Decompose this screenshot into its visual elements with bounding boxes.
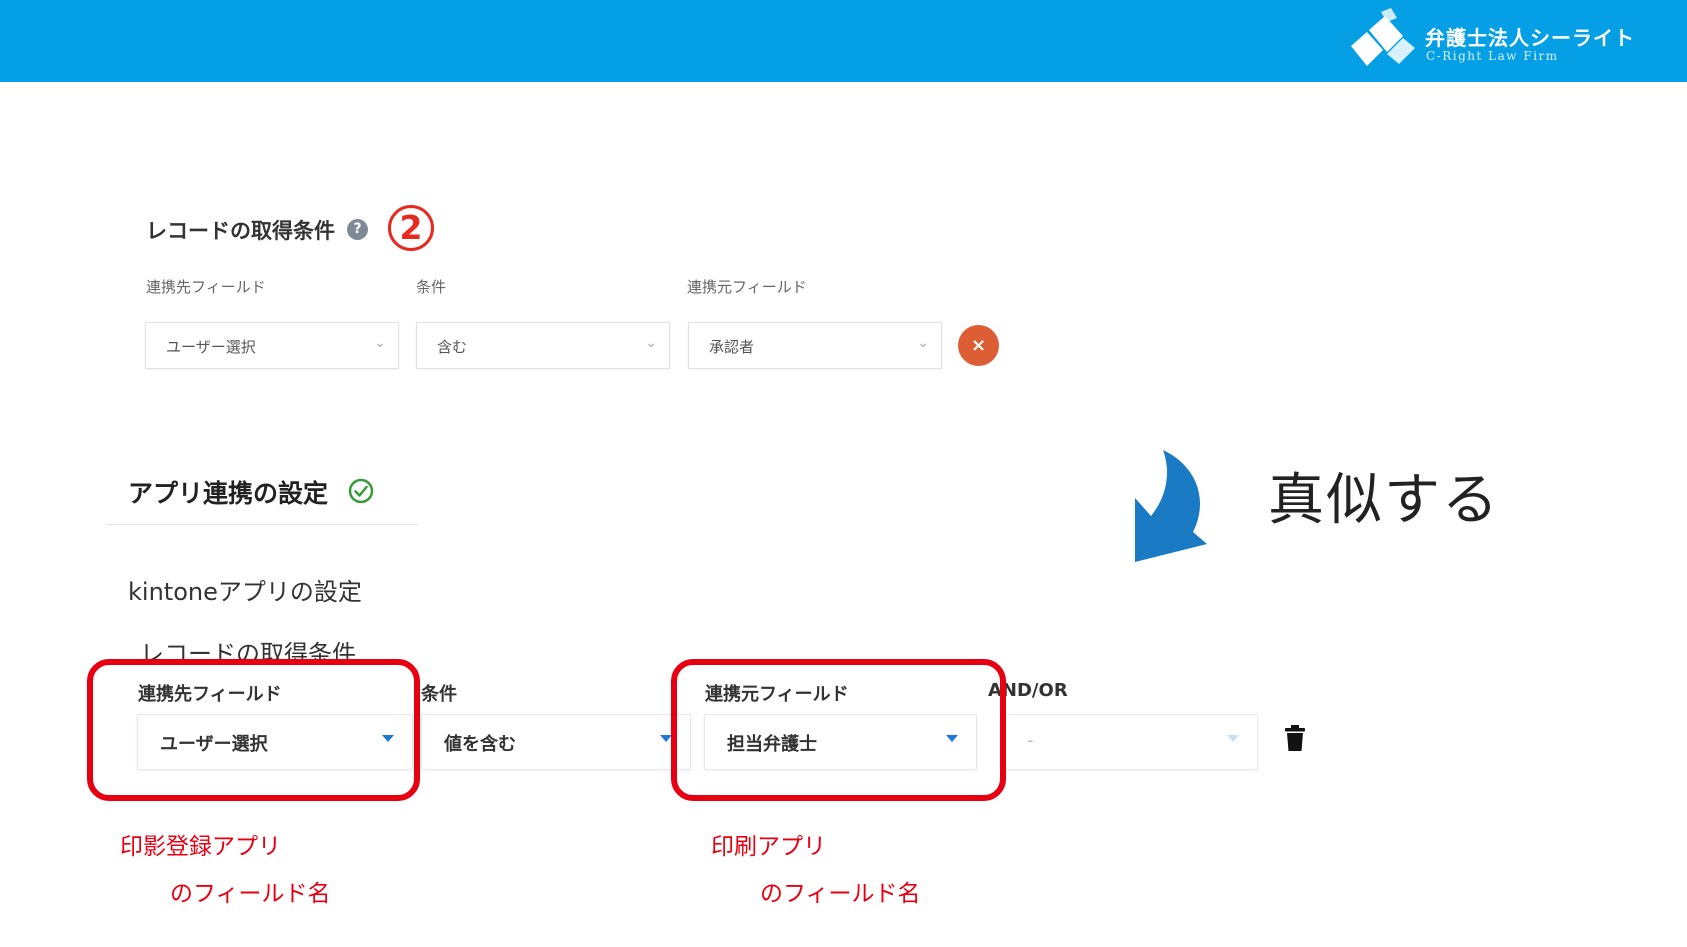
check-circle-icon bbox=[348, 478, 374, 504]
firm-name-jp: 弁護士法人シーライト bbox=[1425, 26, 1635, 50]
chevron-down-icon: ⌄ bbox=[917, 335, 929, 351]
chevron-down-icon: ⌄ bbox=[374, 335, 386, 351]
highlight-target-field bbox=[87, 659, 420, 801]
old-label-condition: 条件 bbox=[416, 278, 447, 296]
old-condition-select[interactable]: 含む ⌄ bbox=[416, 322, 670, 369]
chevron-down-icon: ⌄ bbox=[645, 335, 657, 351]
old-source-field-select[interactable]: 承認者 ⌄ bbox=[688, 322, 942, 369]
trash-icon[interactable] bbox=[1284, 724, 1306, 752]
help-icon[interactable]: ? bbox=[347, 219, 368, 240]
old-label-source-field: 連携元フィールド bbox=[687, 278, 807, 296]
firm-name-en: C-Right Law Firm bbox=[1426, 49, 1559, 63]
condition-select[interactable]: 値を含む bbox=[421, 714, 691, 770]
note-print-app-line2: のフィールド名 bbox=[760, 881, 921, 907]
select-value: 承認者 bbox=[709, 338, 755, 356]
caret-down-icon bbox=[1227, 735, 1239, 742]
firm-logo-icon bbox=[1351, 8, 1415, 66]
highlight-source-field bbox=[671, 659, 1006, 801]
old-target-field-select[interactable]: ユーザー選択 ⌄ bbox=[145, 322, 399, 369]
header-bar: 弁護士法人シーライト C-Right Law Firm bbox=[0, 0, 1687, 82]
and-or-select[interactable]: - bbox=[1004, 714, 1258, 770]
old-record-condition-title: レコードの取得条件 bbox=[146, 219, 335, 243]
select-value: - bbox=[1027, 730, 1034, 751]
select-value: 値を含む bbox=[444, 734, 516, 755]
label-condition: 条件 bbox=[421, 684, 457, 705]
firm-logo[interactable]: 弁護士法人シーライト C-Right Law Firm bbox=[1347, 8, 1647, 72]
note-seal-app-line1: 印影登録アプリ bbox=[120, 834, 281, 860]
select-value: 含む bbox=[437, 338, 468, 356]
remove-condition-button[interactable]: × bbox=[958, 325, 999, 366]
note-print-app-line1: 印刷アプリ bbox=[711, 834, 826, 860]
note-seal-app-line2: のフィールド名 bbox=[170, 881, 331, 907]
mimic-caption: 真似する bbox=[1268, 468, 1500, 533]
step-number-badge: 2 bbox=[388, 205, 434, 251]
curved-arrow-icon bbox=[1135, 450, 1207, 562]
select-value: ユーザー選択 bbox=[166, 338, 256, 356]
section-divider bbox=[106, 524, 418, 525]
app-integration-settings-title: アプリ連携の設定 bbox=[128, 479, 329, 508]
kintone-app-settings-title: kintoneアプリの設定 bbox=[128, 578, 362, 606]
old-label-target-field: 連携先フィールド bbox=[146, 278, 266, 296]
